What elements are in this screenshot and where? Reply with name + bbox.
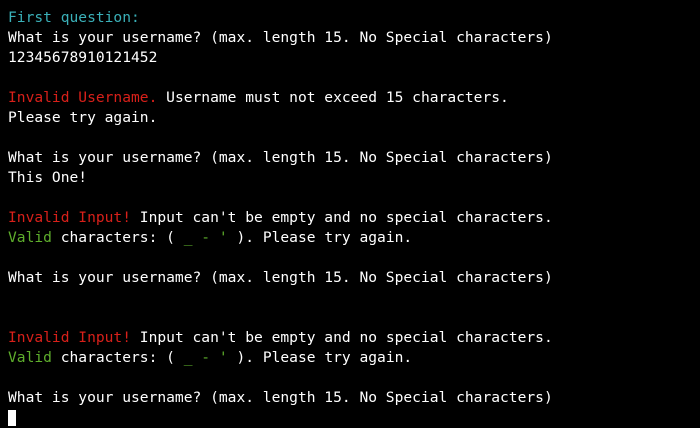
terminal-text: 12345678910121452 bbox=[8, 49, 158, 66]
terminal-line: This One! bbox=[8, 168, 700, 188]
terminal-text: Valid bbox=[8, 349, 52, 366]
terminal-line: Invalid Input! Input can't be empty and … bbox=[8, 208, 700, 228]
terminal-text: Input can't be empty and no special char… bbox=[131, 209, 553, 226]
terminal-text: What is your username? (max. length 15. … bbox=[8, 29, 553, 46]
terminal-line: Invalid Username. Username must not exce… bbox=[8, 88, 700, 108]
terminal-line: Please try again. bbox=[8, 108, 700, 128]
terminal-text: Input can't be empty and no special char… bbox=[131, 329, 553, 346]
text-cursor bbox=[8, 410, 16, 426]
terminal-line: What is your username? (max. length 15. … bbox=[8, 268, 700, 288]
terminal-text: ). Please try again. bbox=[227, 229, 413, 246]
terminal-line: First question: bbox=[8, 8, 700, 28]
terminal-window[interactable]: First question: What is your username? (m… bbox=[0, 0, 700, 428]
terminal-text: _ - ' bbox=[183, 229, 228, 246]
terminal-line: What is your username? (max. length 15. … bbox=[8, 148, 700, 168]
terminal-text: What is your username? (max. length 15. … bbox=[8, 389, 553, 406]
terminal-line: What is your username? (max. length 15. … bbox=[8, 388, 700, 408]
terminal-text: characters: ( bbox=[51, 229, 184, 246]
terminal-text: This One! bbox=[8, 169, 88, 186]
terminal-text: First question: bbox=[8, 9, 140, 26]
terminal-text: Please try again. bbox=[8, 109, 158, 126]
terminal-text: What is your username? (max. length 15. … bbox=[8, 269, 553, 286]
terminal-text: What is your username? (max. length 15. … bbox=[8, 149, 553, 166]
terminal-line: Valid characters: ( _ - ' ). Please try … bbox=[8, 348, 700, 368]
terminal-text: characters: ( bbox=[51, 349, 184, 366]
terminal-line: Invalid Input! Input can't be empty and … bbox=[8, 328, 700, 348]
terminal-line: 12345678910121452 bbox=[8, 48, 700, 68]
terminal-line: Valid characters: ( _ - ' ). Please try … bbox=[8, 228, 700, 248]
terminal-text: Invalid Input! bbox=[8, 209, 132, 226]
terminal-text: _ - ' bbox=[183, 349, 228, 366]
terminal-text: Valid bbox=[8, 229, 52, 246]
terminal-text: Username must not exceed 15 characters. bbox=[157, 89, 509, 106]
terminal-line: What is your username? (max. length 15. … bbox=[8, 28, 700, 48]
terminal-text: Invalid Input! bbox=[8, 329, 132, 346]
terminal-text: Invalid Username. bbox=[8, 89, 158, 106]
terminal-text: ). Please try again. bbox=[227, 349, 413, 366]
